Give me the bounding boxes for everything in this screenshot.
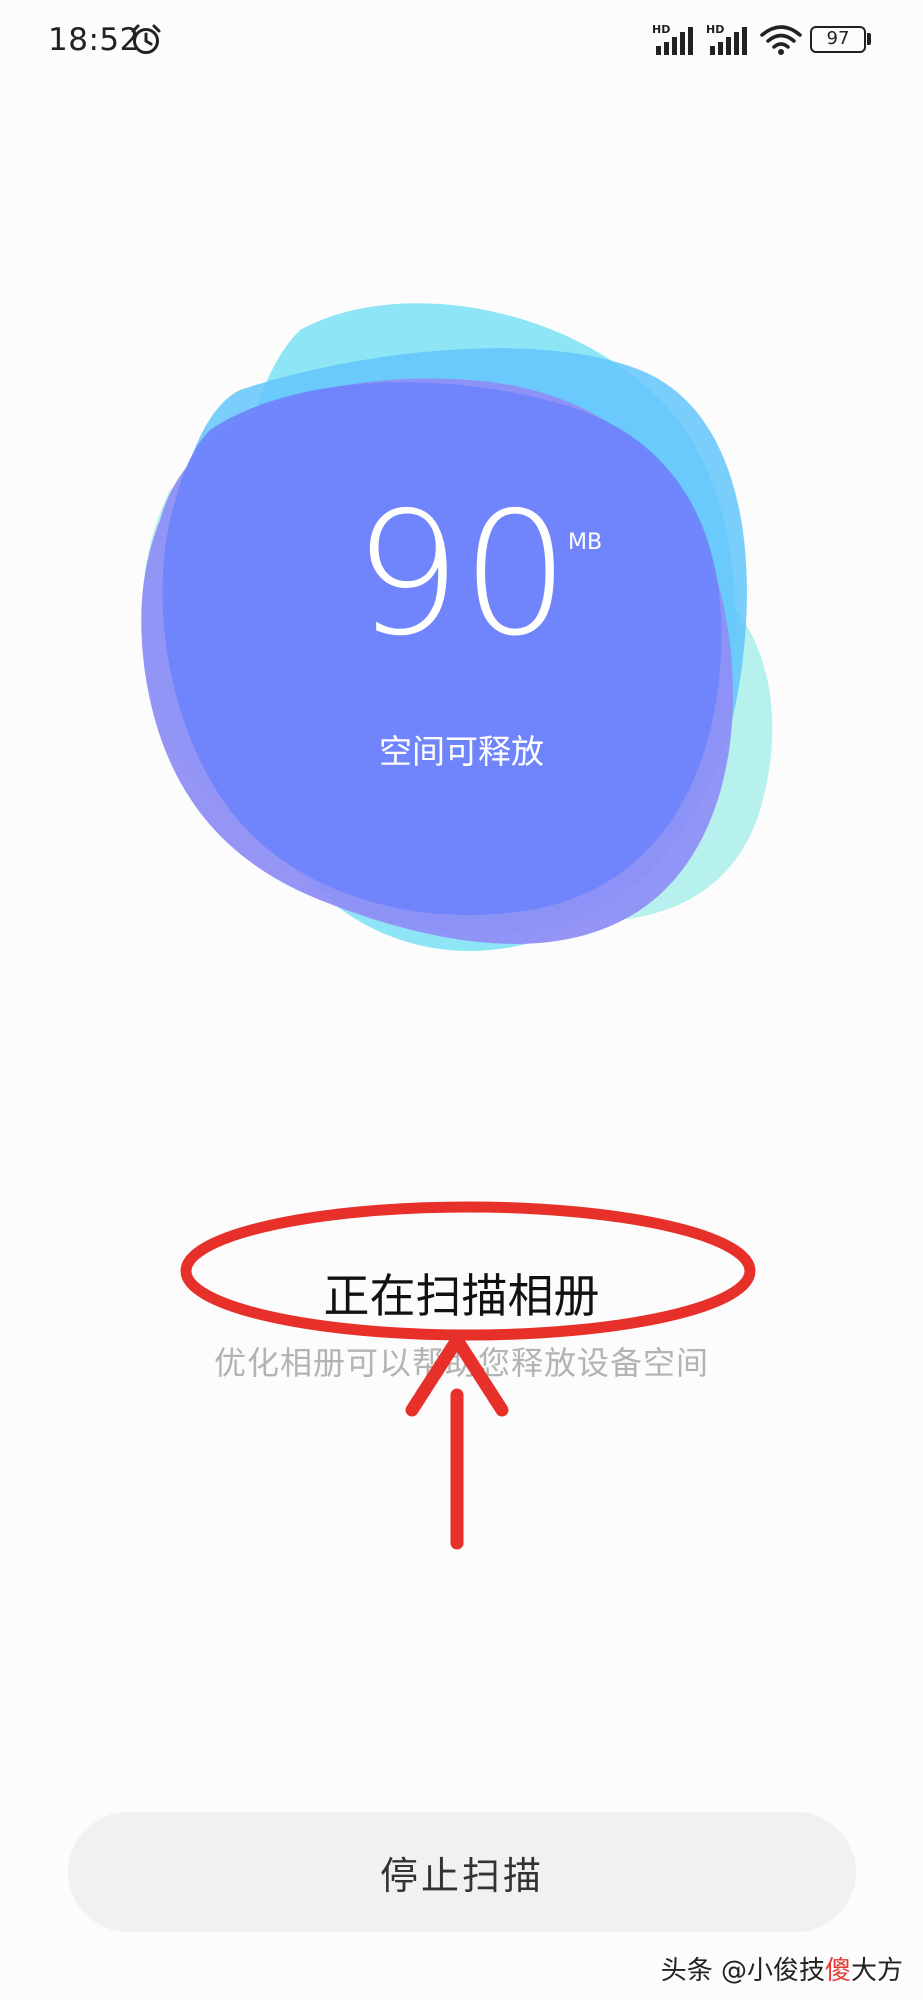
battery-tip	[867, 33, 871, 45]
network-type-label: HD	[706, 23, 724, 36]
battery-icon: 97	[810, 26, 866, 53]
reclaimable-space-label: 空间可释放	[379, 732, 544, 771]
watermark: 头条 @小俊技傻大方	[661, 1950, 903, 1987]
status-bar: 18:52 HD HD 97	[0, 0, 923, 80]
signal-icon: HD	[706, 23, 747, 55]
reclaimable-space-unit: MB	[568, 530, 603, 555]
scan-status-subtitle: 优化相册可以帮助您释放设备空间	[213, 1344, 709, 1382]
battery-level: 97	[826, 28, 850, 49]
watermark-suffix: 大方	[850, 1956, 903, 1986]
status-time: 18:52	[48, 22, 140, 58]
stop-scan-button[interactable]: 停止扫描	[68, 1812, 856, 1932]
reclaimable-space-value: 90	[353, 476, 570, 674]
wifi-icon	[760, 25, 802, 55]
network-type-label: HD	[652, 23, 670, 36]
album-cleanup-screen: 18:52 HD HD 97 90 MB 空间可释放 正在扫描相册 优化相册可以…	[0, 0, 923, 2000]
watermark-prefix: 头条 @小俊技	[660, 1956, 825, 1986]
alarm-icon	[131, 24, 161, 54]
watermark-highlight: 傻	[824, 1956, 851, 1986]
signal-icon: HD	[652, 23, 693, 55]
scan-status-title: 正在扫描相册	[323, 1269, 600, 1323]
